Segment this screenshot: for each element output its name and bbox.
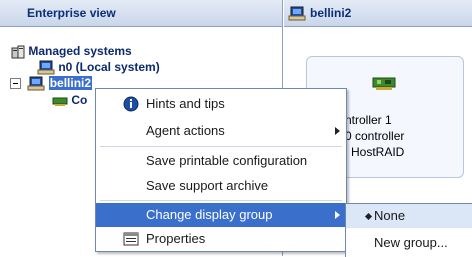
context-menu: Hints and tips Agent actions Save printa… — [95, 88, 347, 252]
detail-pane-header: bellini2 — [284, 0, 472, 27]
menu-item-properties[interactable]: Properties — [96, 227, 346, 251]
menu-item-change-display-group[interactable]: Change display group — [96, 203, 346, 227]
tree-item-label: bellini2 — [48, 76, 93, 90]
menu-item-label: Hints and tips — [146, 96, 225, 111]
detail-pane-title: bellini2 — [310, 6, 352, 20]
tree-item-local-system[interactable]: n0 (Local system) — [37, 59, 160, 75]
controller-card-line: 0 controller — [345, 129, 405, 143]
enterprise-view-title: Enterprise view — [27, 6, 116, 20]
menu-item-agent-actions[interactable]: Agent actions — [96, 119, 346, 143]
computer-icon — [37, 60, 55, 75]
tree-item-label: n0 (Local system) — [58, 60, 160, 74]
submenu-arrow-icon — [335, 127, 340, 135]
menu-item-label: Change display group — [146, 207, 273, 222]
managed-systems-icon — [11, 45, 25, 59]
menu-separator — [100, 146, 342, 147]
collapse-toggle-icon[interactable] — [10, 78, 21, 90]
controller-card-icon — [372, 77, 396, 90]
submenu-item-none[interactable]: None — [346, 204, 472, 228]
menu-item-save-support-archive[interactable]: Save support archive — [96, 174, 346, 198]
computer-icon — [288, 6, 306, 20]
submenu-item-new-group[interactable]: New group... — [346, 231, 472, 255]
info-icon — [123, 96, 139, 112]
submenu-arrow-icon — [335, 211, 340, 219]
controller-card-line: l HostRAID — [345, 145, 405, 159]
controller-card-line: ntroller 1 — [345, 113, 392, 127]
computer-icon — [27, 76, 45, 91]
tree-item-label: Managed systems — [28, 44, 132, 58]
enterprise-view-header: Enterprise view — [0, 0, 282, 27]
controller-card-icon — [52, 97, 68, 106]
submenu-item-label: New group... — [374, 235, 448, 250]
menu-item-label: Save support archive — [146, 178, 269, 193]
menu-item-hints-and-tips[interactable]: Hints and tips — [96, 92, 346, 116]
properties-icon — [123, 232, 139, 246]
tree-item-controller[interactable]: Co — [52, 92, 87, 108]
menu-item-save-printable-configuration[interactable]: Save printable configuration — [96, 149, 346, 173]
menu-item-label: Properties — [146, 231, 206, 246]
tree-item-bellini2[interactable]: bellini2 — [10, 75, 93, 91]
tree-item-label: Co — [71, 93, 88, 107]
display-group-submenu: None New group... — [345, 203, 472, 257]
menu-item-label: Save printable configuration — [146, 153, 308, 168]
menu-separator — [100, 200, 342, 201]
menu-item-label: Agent actions — [146, 123, 225, 138]
submenu-item-label: None — [374, 208, 406, 223]
tree-item-managed-systems[interactable]: Managed systems — [11, 43, 132, 59]
selected-bullet-icon — [364, 212, 373, 221]
